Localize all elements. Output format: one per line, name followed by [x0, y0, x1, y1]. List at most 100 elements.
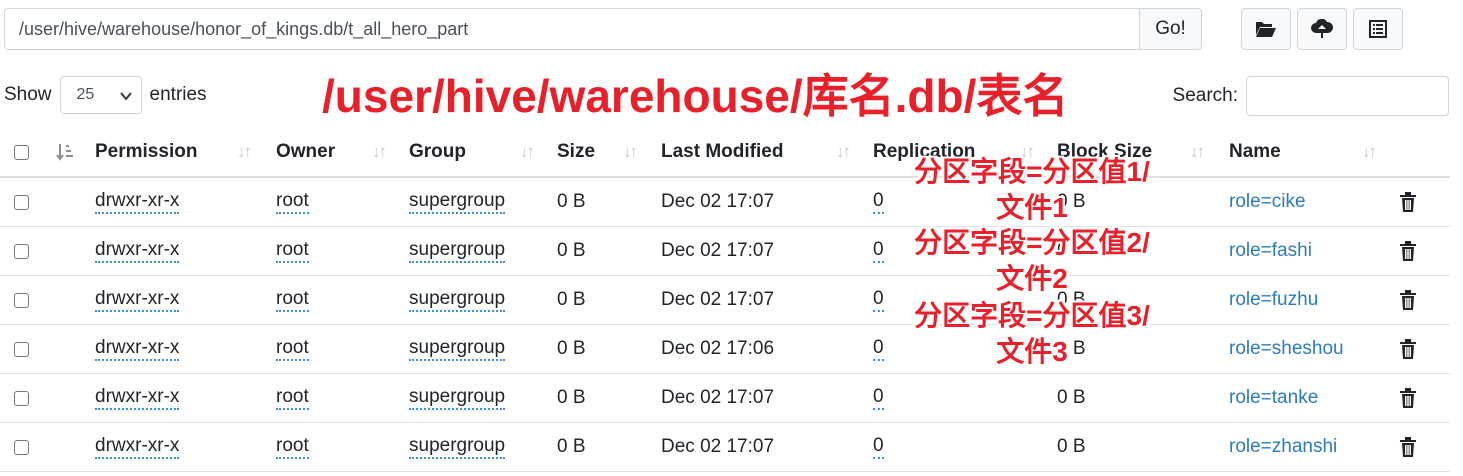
- name-link[interactable]: role=fashi: [1229, 240, 1312, 262]
- path-annotation: /user/hive/warehouse/库名.db/表名: [322, 70, 1069, 122]
- header-group[interactable]: Group: [409, 128, 466, 176]
- delete-button[interactable]: [1399, 227, 1417, 275]
- trash-icon: [1400, 436, 1416, 457]
- entries-select-value: 25: [76, 86, 95, 103]
- name-link[interactable]: role=cike: [1229, 191, 1306, 213]
- last-modified-cell: Dec 02 17:06: [661, 338, 775, 359]
- length-control: Show 25 entries: [4, 76, 207, 114]
- trash-icon: [1400, 240, 1416, 261]
- last-modified-cell: Dec 02 17:07: [661, 191, 775, 212]
- search-label: Search:: [1172, 85, 1238, 106]
- replication-cell[interactable]: 0: [873, 190, 884, 214]
- go-button[interactable]: Go!: [1139, 8, 1202, 50]
- row-checkbox[interactable]: [14, 243, 29, 259]
- open-folder-button[interactable]: [1241, 8, 1291, 50]
- upload-button[interactable]: [1297, 8, 1347, 50]
- last-modified-cell: Dec 02 17:07: [661, 240, 775, 261]
- owner-cell[interactable]: root: [276, 337, 309, 361]
- owner-cell[interactable]: root: [276, 190, 309, 214]
- group-cell[interactable]: supergroup: [409, 337, 506, 361]
- sort-arrows-icon[interactable]: ↓↑: [520, 128, 535, 176]
- select-all-checkbox[interactable]: [14, 144, 29, 160]
- last-modified-cell: Dec 02 17:07: [661, 436, 775, 457]
- replication-cell[interactable]: 0: [873, 337, 884, 361]
- delete-button[interactable]: [1399, 276, 1417, 324]
- row-checkbox[interactable]: [14, 292, 29, 308]
- owner-cell[interactable]: root: [276, 386, 309, 410]
- annotation-line: 分区字段=分区值3/: [914, 300, 1150, 331]
- table-header: Permission ↓↑ Owner ↓↑ Group ↓↑ Size ↓↑ …: [0, 128, 1450, 178]
- header-name[interactable]: Name: [1229, 128, 1281, 176]
- permission-cell[interactable]: drwxr-xr-x: [95, 435, 180, 459]
- header-size[interactable]: Size: [557, 128, 595, 176]
- sort-arrows-icon[interactable]: ↓↑: [1190, 128, 1205, 176]
- header-permission[interactable]: Permission: [95, 128, 197, 176]
- delete-button[interactable]: [1399, 178, 1417, 226]
- size-cell: 0 B: [557, 436, 586, 457]
- group-cell[interactable]: supergroup: [409, 288, 506, 312]
- trash-icon: [1400, 191, 1416, 212]
- entries-select[interactable]: 25: [59, 76, 142, 114]
- header-last-modified[interactable]: Last Modified: [661, 128, 783, 176]
- group-cell[interactable]: supergroup: [409, 190, 506, 214]
- trash-icon: [1400, 338, 1416, 359]
- size-cell: 0 B: [557, 191, 586, 212]
- partition-annotation-2: 分区字段=分区值2/ 文件2: [902, 225, 1162, 297]
- size-cell: 0 B: [557, 240, 586, 261]
- permission-cell[interactable]: drwxr-xr-x: [95, 386, 180, 410]
- block-size-cell: 0 B: [1057, 436, 1086, 457]
- replication-cell[interactable]: 0: [873, 435, 884, 459]
- path-bar: Go!: [4, 8, 1202, 50]
- owner-cell[interactable]: root: [276, 288, 309, 312]
- owner-cell[interactable]: root: [276, 239, 309, 263]
- sort-amount-down-icon: [56, 144, 73, 161]
- size-cell: 0 B: [557, 387, 586, 408]
- permission-cell[interactable]: drwxr-xr-x: [95, 288, 180, 312]
- partition-annotation-3: 分区字段=分区值3/ 文件3: [902, 298, 1162, 370]
- replication-cell[interactable]: 0: [873, 288, 884, 312]
- annotation-line: 文件3: [996, 336, 1068, 367]
- row-checkbox[interactable]: [14, 439, 29, 455]
- table-row: drwxr-xr-x root supergroup 0 B Dec 02 17:07 0…: [0, 178, 1450, 227]
- annotation-line: 文件1: [996, 192, 1068, 223]
- show-label: Show: [4, 84, 52, 105]
- row-checkbox[interactable]: [14, 390, 29, 406]
- delete-button[interactable]: [1399, 423, 1417, 471]
- permission-cell[interactable]: drwxr-xr-x: [95, 190, 180, 214]
- delete-button[interactable]: [1399, 374, 1417, 422]
- sort-arrows-icon[interactable]: ↓↑: [1362, 128, 1377, 176]
- header-owner[interactable]: Owner: [276, 128, 335, 176]
- group-cell[interactable]: supergroup: [409, 386, 506, 410]
- permission-cell[interactable]: drwxr-xr-x: [95, 239, 180, 263]
- entries-label: entries: [149, 84, 207, 105]
- table-row: drwxr-xr-x root supergroup 0 B Dec 02 17:06 0…: [0, 325, 1450, 374]
- name-link[interactable]: role=sheshou: [1229, 338, 1344, 360]
- trash-icon: [1400, 289, 1416, 310]
- name-link[interactable]: role=zhanshi: [1229, 436, 1337, 458]
- sort-icon[interactable]: [56, 128, 76, 176]
- owner-cell[interactable]: root: [276, 435, 309, 459]
- sort-arrows-icon[interactable]: ↓↑: [237, 128, 252, 176]
- sort-arrows-icon[interactable]: ↓↑: [372, 128, 387, 176]
- list-view-button[interactable]: [1353, 8, 1403, 50]
- table-body: drwxr-xr-x root supergroup 0 B Dec 02 17:07 0…: [0, 178, 1450, 472]
- table-row: drwxr-xr-x root supergroup 0 B Dec 02 17:07 0…: [0, 423, 1450, 472]
- permission-cell[interactable]: drwxr-xr-x: [95, 337, 180, 361]
- sort-arrows-icon[interactable]: ↓↑: [836, 128, 851, 176]
- row-checkbox[interactable]: [14, 341, 29, 357]
- row-checkbox[interactable]: [14, 194, 29, 210]
- group-cell[interactable]: supergroup: [409, 239, 506, 263]
- annotation-line: 分区字段=分区值1/: [914, 156, 1150, 187]
- group-cell[interactable]: supergroup: [409, 435, 506, 459]
- search-input[interactable]: [1246, 76, 1449, 116]
- table-row: drwxr-xr-x root supergroup 0 B Dec 02 17:07 0…: [0, 374, 1450, 423]
- delete-button[interactable]: [1399, 325, 1417, 373]
- name-link[interactable]: role=tanke: [1229, 387, 1318, 409]
- replication-cell[interactable]: 0: [873, 239, 884, 263]
- sort-arrows-icon[interactable]: ↓↑: [623, 128, 638, 176]
- path-input[interactable]: [4, 8, 1139, 50]
- replication-cell[interactable]: 0: [873, 386, 884, 410]
- block-size-cell: 0 B: [1057, 387, 1086, 408]
- name-link[interactable]: role=fuzhu: [1229, 289, 1318, 311]
- annotation-line: 文件2: [996, 263, 1068, 294]
